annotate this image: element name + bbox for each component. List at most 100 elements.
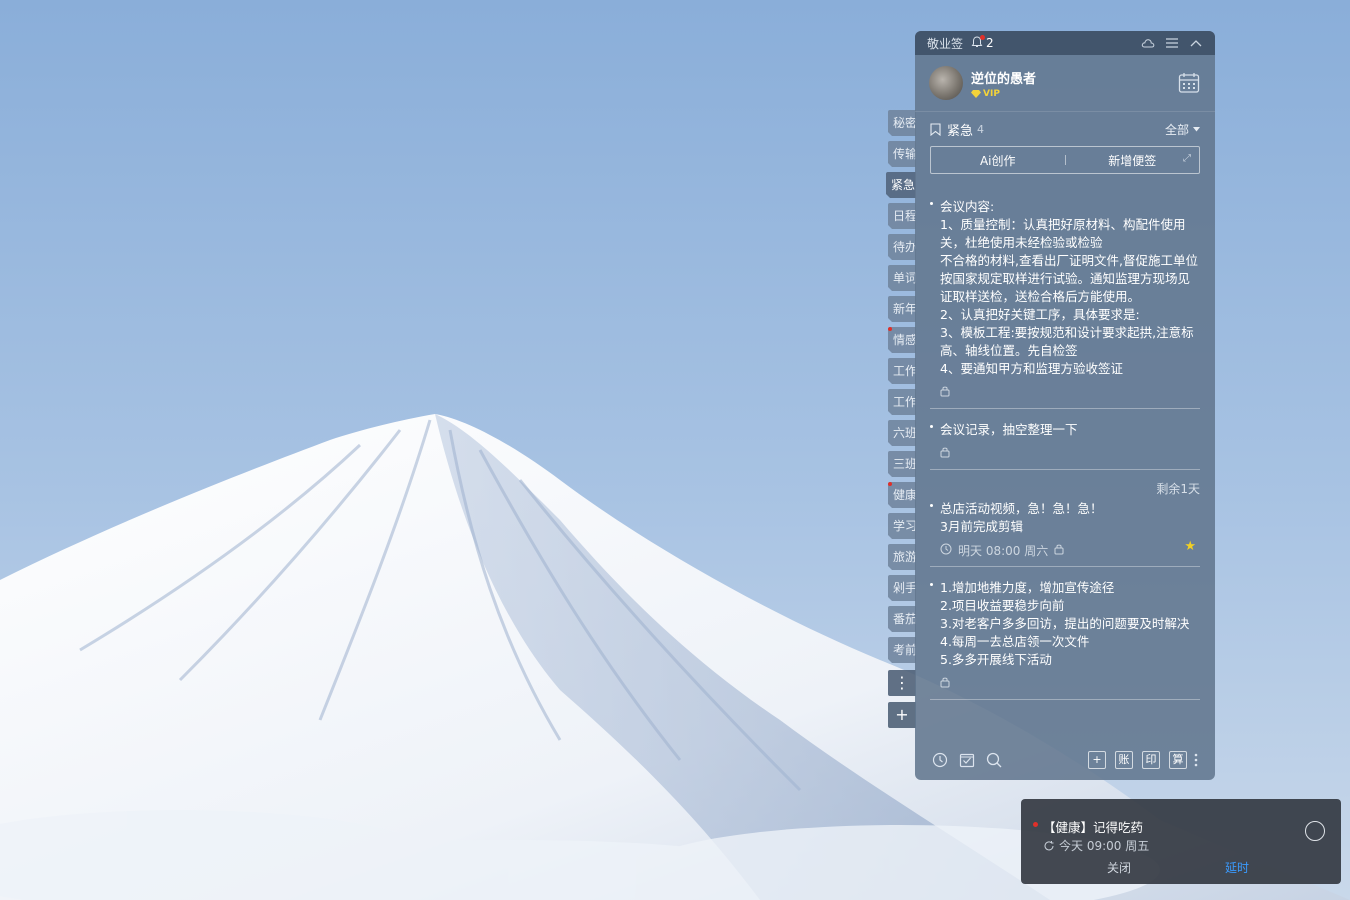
snooze-button[interactable]: 延时 xyxy=(1225,859,1249,876)
add-item-button[interactable]: + xyxy=(1088,751,1106,769)
note-text: 总店活动视频，急！急！急！ 3月前完成剪辑 xyxy=(940,501,1103,534)
tab-2[interactable]: 紧急 xyxy=(886,172,916,198)
repeat-icon xyxy=(1044,840,1054,850)
collapse-icon[interactable] xyxy=(1189,36,1203,50)
ledger-button[interactable]: 账 xyxy=(1115,751,1133,769)
tab-14[interactable]: 旅游 xyxy=(888,544,916,570)
tab-7[interactable]: 情感 xyxy=(888,327,916,353)
tab-label: 日程 xyxy=(893,209,916,223)
reminder-time-row: 今天 09:00 周五 xyxy=(1043,837,1149,854)
note-text: 1.增加地推力度，增加宣传途径 2.项目收益要稳步向前 3.对老客户多多回访，提… xyxy=(940,580,1190,667)
print-button[interactable]: 印 xyxy=(1142,751,1160,769)
avatar[interactable] xyxy=(929,66,963,100)
note-bullet xyxy=(930,583,933,586)
tab-5[interactable]: 单词 xyxy=(888,265,916,291)
note-bullet xyxy=(930,504,933,507)
tab-label: 单词 xyxy=(893,271,916,285)
tab-17[interactable]: 考前 xyxy=(888,637,916,663)
ai-create-button[interactable]: Ai创作 xyxy=(931,152,1065,169)
lock-icon[interactable] xyxy=(940,446,950,461)
tab-9[interactable]: 工作 xyxy=(888,389,916,415)
notification-bell-icon[interactable] xyxy=(971,34,986,51)
tab-label: 传输 xyxy=(893,147,916,161)
new-note-button[interactable]: 新增便签 xyxy=(1066,152,1200,169)
todo-check-icon[interactable] xyxy=(958,751,976,769)
tab-label: 新年 xyxy=(893,302,916,316)
expand-icon[interactable]: ⤢ xyxy=(1183,153,1191,164)
cloud-sync-icon[interactable] xyxy=(1141,36,1155,50)
profile-header: 逆位的愚者 VIP xyxy=(915,55,1215,112)
tab-label: 待办 xyxy=(893,240,916,254)
tab-16[interactable]: 番茄 xyxy=(888,606,916,632)
note-item[interactable]: 1.增加地推力度，增加宣传途径 2.项目收益要稳步向前 3.对老客户多多回访，提… xyxy=(930,579,1200,700)
star-icon[interactable]: ★ xyxy=(1184,539,1196,554)
vip-badge: VIP xyxy=(971,89,1177,99)
close-button[interactable]: 关闭 xyxy=(1107,859,1131,876)
tab-3[interactable]: 日程 xyxy=(888,203,916,229)
more-tabs-button[interactable]: ⋮ xyxy=(888,670,916,696)
sticky-note-panel: 敬业签 2 逆位的愚者 VIP 紧急 4 全部 Ai创作 新增便签 ⤢ 会议内容… xyxy=(915,31,1215,780)
deadline-label: 剩余1天 xyxy=(1156,482,1200,496)
tab-10[interactable]: 六班 xyxy=(888,420,916,446)
lock-icon[interactable] xyxy=(940,676,950,691)
add-tab-button[interactable]: + xyxy=(888,702,916,728)
tab-8[interactable]: 工作 xyxy=(888,358,916,384)
note-list: 会议内容: 1、质量控制：认真把好原材料、构配件使用关，杜绝使用未经检验或检验 … xyxy=(915,198,1215,700)
note-meta xyxy=(940,675,1200,691)
category-name: 紧急 xyxy=(947,123,974,139)
tab-label: 番茄 xyxy=(893,612,916,626)
note-item[interactable]: 会议内容: 1、质量控制：认真把好原材料、构配件使用关，杜绝使用未经检验或检验 … xyxy=(930,198,1200,409)
username: 逆位的愚者 xyxy=(971,71,1037,87)
tab-label: 健康 xyxy=(893,488,916,502)
more-vertical-icon[interactable] xyxy=(1193,751,1199,769)
search-icon[interactable] xyxy=(985,751,1003,769)
tab-label: 六班 xyxy=(893,426,916,440)
notification-dot xyxy=(980,34,986,40)
tab-6[interactable]: 新年 xyxy=(888,296,916,322)
tab-15[interactable]: 剁手 xyxy=(888,575,916,601)
lock-icon[interactable] xyxy=(940,385,950,400)
tab-label: 工作 xyxy=(893,395,916,409)
tab-label: 工作 xyxy=(893,364,916,378)
unread-dot xyxy=(888,327,892,331)
notification-count: 2 xyxy=(986,36,994,50)
complete-checkbox[interactable] xyxy=(1305,821,1325,841)
chevron-down-icon xyxy=(1193,126,1200,131)
tab-label: 秘密 xyxy=(893,116,916,130)
clock-icon[interactable] xyxy=(931,751,949,769)
alert-dot xyxy=(1033,822,1038,827)
reminder-title: 【健康】记得吃药 xyxy=(1043,820,1144,835)
tab-13[interactable]: 学习 xyxy=(888,513,916,539)
tab-12[interactable]: 健康 xyxy=(888,482,916,508)
action-bar: Ai创作 新增便签 ⤢ xyxy=(930,146,1200,174)
menu-icon[interactable] xyxy=(1165,36,1179,50)
note-meta xyxy=(940,445,1200,461)
tab-4[interactable]: 待办 xyxy=(888,234,916,260)
title-bar[interactable]: 敬业签 2 xyxy=(915,31,1215,55)
calendar-icon[interactable] xyxy=(1177,71,1201,95)
tab-11[interactable]: 三班 xyxy=(888,451,916,477)
filter-dropdown[interactable]: 全部 xyxy=(1165,121,1200,138)
tab-label: 三班 xyxy=(893,457,916,471)
diamond-icon xyxy=(971,89,981,98)
app-title: 敬业签 xyxy=(927,36,964,51)
category-header: 紧急 4 全部 xyxy=(915,112,1215,146)
tab-label: 旅游 xyxy=(893,550,916,564)
filter-label: 全部 xyxy=(1164,122,1189,137)
tab-label: 剁手 xyxy=(893,581,916,595)
tab-label: 紧急 xyxy=(891,178,916,192)
note-item[interactable]: 剩余1天 总店活动视频，急！急！急！ 3月前完成剪辑 明天 08:00 周六 ★ xyxy=(930,482,1200,567)
tab-label: 情感 xyxy=(893,333,916,347)
category-count: 4 xyxy=(977,122,985,136)
reminder-toast: 【健康】记得吃药 今天 09:00 周五 关闭 延时 xyxy=(1021,799,1341,884)
tab-label: 学习 xyxy=(893,519,916,533)
tab-0[interactable]: 秘密 xyxy=(888,110,916,136)
calculator-button[interactable]: 算 xyxy=(1169,751,1187,769)
note-meta xyxy=(940,384,1200,400)
note-item[interactable]: 会议记录，抽空整理一下 xyxy=(930,421,1200,470)
bottom-toolbar: + 账 印 算 xyxy=(915,740,1215,780)
clock-icon xyxy=(940,543,952,558)
tab-label: 考前 xyxy=(893,643,916,657)
lock-icon[interactable] xyxy=(1054,543,1064,558)
tab-1[interactable]: 传输 xyxy=(888,141,916,167)
